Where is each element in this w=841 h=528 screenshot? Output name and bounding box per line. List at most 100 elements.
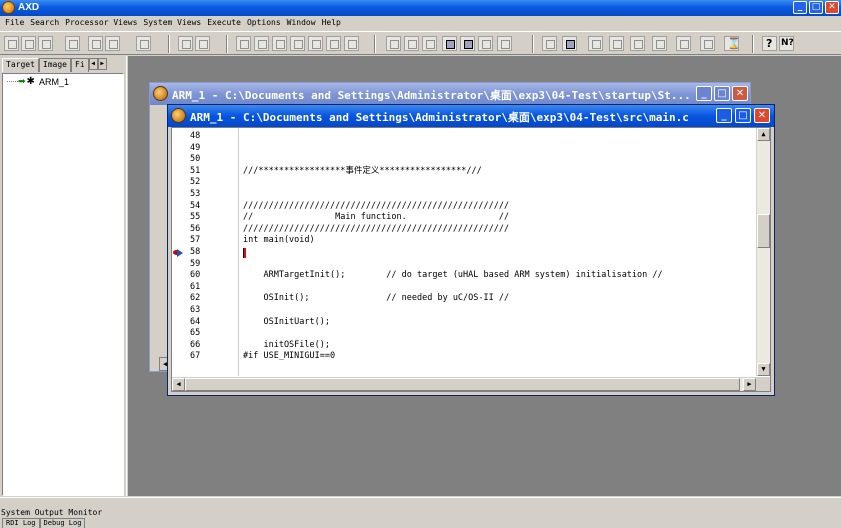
scroll-up-arrow-icon[interactable]: ▲ [757, 128, 770, 141]
scroll-left-arrow-icon[interactable]: ◀ [172, 378, 185, 391]
disassembly-view-icon[interactable] [308, 36, 323, 51]
source-line[interactable]: 65 [172, 328, 756, 339]
main-c-source-window[interactable]: ARM_1 - C:\Documents and Settings\Admini… [167, 104, 775, 396]
vertical-scrollbar[interactable]: ▲ ▼ [756, 128, 770, 376]
tab-image[interactable]: Image [38, 58, 71, 72]
tab-files[interactable]: Fi [71, 58, 89, 72]
source-line[interactable]: 66 initOSFile(); [172, 340, 756, 351]
step-out-icon[interactable] [630, 36, 645, 51]
system-view-4-icon[interactable] [442, 36, 457, 51]
menu-system-views[interactable]: System Views [141, 16, 205, 30]
source-line[interactable]: 62 OSInit(); // needed by uC/OS-II // [172, 293, 756, 304]
system-view-6-icon[interactable] [478, 36, 493, 51]
source-editor[interactable]: 48 49 50 51 ///*****************事件定义********… [171, 127, 771, 392]
source-line[interactable]: 67 #if USE_MINIGUI==0 [172, 351, 756, 362]
source-line[interactable]: 54 //////////////////////////////////////… [172, 201, 756, 212]
source-code-text: initOSFile(); [243, 339, 330, 350]
source-line[interactable]: 58 [172, 247, 756, 258]
source-line[interactable]: 48 [172, 131, 756, 142]
source-line[interactable]: 61 [172, 282, 756, 293]
step-icon[interactable] [609, 36, 624, 51]
source-line[interactable]: 51 ///*****************事件定义**************… [172, 166, 756, 177]
context-help-icon[interactable] [779, 36, 794, 51]
resize-grip-icon[interactable] [756, 377, 770, 391]
horizontal-scroll-thumb[interactable] [185, 378, 740, 391]
breakpoint-pc-icon[interactable] [173, 248, 185, 257]
source-line[interactable]: 53 [172, 189, 756, 200]
source-line[interactable]: 49 [172, 143, 756, 154]
source-line[interactable]: 63 [172, 305, 756, 316]
source-line[interactable]: 60 ARMTargetInit(); // do target (uHAL b… [172, 270, 756, 281]
main-c-window-titlebar[interactable]: ARM_1 - C:\Documents and Settings\Admini… [168, 105, 774, 127]
source-code-text: ////////////////////////////////////////… [243, 223, 510, 234]
save-icon[interactable] [88, 36, 103, 51]
system-view-3-icon[interactable] [422, 36, 437, 51]
variables-view-icon[interactable] [254, 36, 269, 51]
tab-scroll-left-icon[interactable]: ◀ [88, 58, 98, 70]
help-icon[interactable] [762, 36, 777, 51]
source-line[interactable]: 64 OSInitUart(); [172, 317, 756, 328]
output-panel-title: System Output Monitor [1, 508, 103, 517]
vertical-scroll-thumb[interactable] [757, 214, 770, 248]
scroll-right-arrow-icon[interactable]: ▶ [743, 378, 756, 391]
backtrace-view-icon[interactable] [326, 36, 341, 51]
scroll-down-arrow-icon[interactable]: ▼ [757, 363, 770, 376]
menu-options[interactable]: Options [245, 16, 285, 30]
horizontal-scrollbar[interactable]: ◀ ▶ [172, 377, 758, 391]
maximize-button[interactable]: □ [809, 1, 823, 14]
menu-processor-views[interactable]: Processor Views [63, 16, 141, 30]
breakpoints-view-icon[interactable] [344, 36, 359, 51]
menu-file[interactable]: File [3, 16, 28, 30]
main-c-maximize-button[interactable]: □ [735, 108, 751, 123]
system-view-7-icon[interactable] [497, 36, 512, 51]
source-line[interactable]: 57 int main(void) [172, 235, 756, 246]
print-icon[interactable] [105, 36, 120, 51]
menu-search[interactable]: Search [28, 16, 63, 30]
source-code-text: ARMTargetInit(); // do target (uHAL base… [243, 270, 663, 281]
startup-window-titlebar[interactable]: ARM_1 - C:\Documents and Settings\Admini… [150, 83, 750, 105]
system-view-2-icon[interactable] [404, 36, 419, 51]
source-line[interactable]: 59 [172, 259, 756, 270]
startup-maximize-button[interactable]: □ [714, 86, 730, 101]
startup-close-button[interactable]: ✕ [732, 86, 748, 101]
open-file-icon[interactable] [65, 36, 80, 51]
find-next-icon[interactable] [195, 36, 210, 51]
menu-help[interactable]: Help [320, 16, 345, 30]
find-icon[interactable] [178, 36, 193, 51]
menu-execute[interactable]: Execute [205, 16, 245, 30]
cut-icon[interactable] [136, 36, 151, 51]
system-view-5-icon[interactable] [460, 36, 475, 51]
tab-target[interactable]: Target [2, 58, 39, 72]
toggle-breakpoint-icon[interactable] [676, 36, 691, 51]
reload-image-icon[interactable] [21, 36, 36, 51]
run-to-cursor-icon[interactable] [652, 36, 667, 51]
hourglass-icon[interactable] [724, 36, 739, 51]
source-code-text: int main(void) [243, 235, 315, 246]
close-button[interactable]: ✕ [825, 1, 839, 14]
toggle-watchpoint-icon[interactable] [700, 36, 715, 51]
line-number: 53 [190, 189, 201, 199]
app-title: AXD [18, 2, 40, 13]
window-app-icon [153, 86, 168, 101]
source-line[interactable]: 56 //////////////////////////////////////… [172, 224, 756, 235]
menu-window[interactable]: Window [285, 16, 320, 30]
system-view-1-icon[interactable] [386, 36, 401, 51]
tree-item-arm1[interactable]: ➡ ✱ ARM_1 [7, 76, 69, 87]
tab-scroll-right-icon[interactable]: ▶ [97, 58, 107, 70]
source-line[interactable]: 55 // Main function. // [172, 212, 756, 223]
stop-icon[interactable] [562, 36, 577, 51]
minimize-button[interactable]: _ [793, 1, 807, 14]
source-line[interactable]: 52 [172, 177, 756, 188]
load-image-icon[interactable] [4, 36, 19, 51]
main-c-minimize-button[interactable]: _ [716, 108, 732, 123]
step-in-icon[interactable] [588, 36, 603, 51]
main-c-close-button[interactable]: ✕ [754, 108, 770, 123]
watch-view-icon[interactable] [272, 36, 287, 51]
memory-view-icon[interactable] [290, 36, 305, 51]
load-memory-icon[interactable] [38, 36, 53, 51]
registers-view-icon[interactable] [236, 36, 251, 51]
source-line[interactable]: 50 [172, 154, 756, 165]
text-cursor [243, 248, 246, 258]
go-icon[interactable] [542, 36, 557, 51]
startup-minimize-button[interactable]: _ [696, 86, 712, 101]
